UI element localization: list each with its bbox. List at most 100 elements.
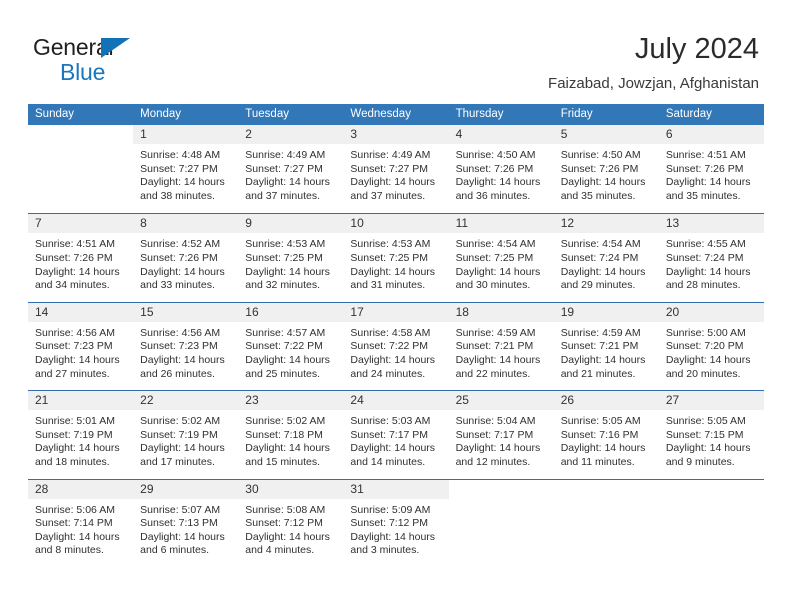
sunrise-text: Sunrise: 5:02 AM [245, 415, 326, 428]
day-cell[interactable]: 7 Sunrise: 4:51 AM Sunset: 7:26 PM Dayli… [28, 214, 134, 302]
day-number-band: 18 [448, 302, 554, 322]
day-details: Sunrise: 4:51 AM Sunset: 7:26 PM Dayligh… [659, 144, 764, 203]
day-cell[interactable]: 13 Sunrise: 4:55 AM Sunset: 7:24 PM Dayl… [658, 214, 764, 302]
daylight-text-line2: and 35 minutes. [665, 189, 741, 202]
general-blue-logo[interactable]: General Blue [33, 34, 233, 86]
day-number-band: 14 [28, 302, 134, 322]
day-cell[interactable]: 14 Sunrise: 4:56 AM Sunset: 7:23 PM Dayl… [28, 302, 134, 391]
day-cell[interactable]: 10 Sunrise: 4:53 AM Sunset: 7:25 PM Dayl… [343, 214, 449, 302]
day-details: Sunrise: 4:53 AM Sunset: 7:25 PM Dayligh… [238, 233, 343, 292]
day-cell[interactable]: 2 Sunrise: 4:49 AM Sunset: 7:27 PM Dayli… [238, 125, 344, 214]
sunset-text: Sunset: 7:12 PM [350, 517, 429, 530]
day-details: Sunrise: 5:03 AM Sunset: 7:17 PM Dayligh… [343, 410, 448, 469]
day-cell[interactable]: 31 Sunrise: 5:09 AM Sunset: 7:12 PM Dayl… [343, 479, 449, 567]
day-cell[interactable]: 26 Sunrise: 5:05 AM Sunset: 7:16 PM Dayl… [553, 391, 659, 479]
day-cell[interactable] [553, 479, 659, 567]
day-cell[interactable]: 19 Sunrise: 4:59 AM Sunset: 7:21 PM Dayl… [553, 302, 659, 391]
day-details: Sunrise: 4:59 AM Sunset: 7:21 PM Dayligh… [449, 322, 554, 381]
title-block: July 2024 Faizabad, Jowzjan, Afghanistan [548, 32, 759, 94]
day-cell[interactable]: 9 Sunrise: 4:53 AM Sunset: 7:25 PM Dayli… [238, 214, 344, 302]
daylight-text-line2: and 36 minutes. [455, 189, 531, 202]
sunrise-text: Sunrise: 4:53 AM [350, 238, 431, 251]
daylight-text-line1: Daylight: 14 hours [245, 353, 330, 366]
logo-text-blue: Blue [60, 59, 106, 85]
day-details: Sunrise: 5:00 AM Sunset: 7:20 PM Dayligh… [659, 322, 764, 381]
day-number: 1 [140, 127, 147, 141]
day-cell[interactable]: 15 Sunrise: 4:56 AM Sunset: 7:23 PM Dayl… [133, 302, 239, 391]
daylight-text-line1: Daylight: 14 hours [455, 265, 541, 278]
sunrise-text: Sunrise: 5:06 AM [35, 503, 115, 516]
day-cell[interactable]: 17 Sunrise: 4:58 AM Sunset: 7:22 PM Dayl… [343, 302, 449, 391]
day-details: Sunrise: 4:58 AM Sunset: 7:22 PM Dayligh… [343, 322, 448, 381]
day-cell[interactable] [658, 479, 764, 567]
sunrise-text: Sunrise: 5:08 AM [245, 503, 326, 516]
daylight-text-line2: and 33 minutes. [140, 279, 215, 292]
day-cell[interactable]: 11 Sunrise: 4:54 AM Sunset: 7:25 PM Dayl… [448, 214, 554, 302]
sunset-text: Sunset: 7:26 PM [455, 162, 534, 175]
sunset-text: Sunset: 7:12 PM [245, 517, 323, 530]
sunrise-text: Sunrise: 4:56 AM [35, 326, 115, 339]
day-cell[interactable]: 16 Sunrise: 4:57 AM Sunset: 7:22 PM Dayl… [238, 302, 344, 391]
sunrise-text: Sunrise: 4:48 AM [140, 149, 221, 161]
day-number: 6 [665, 127, 673, 141]
daylight-text-line2: and 9 minutes. [665, 455, 735, 468]
day-number-band: 24 [343, 391, 449, 411]
day-number: 22 [140, 393, 154, 408]
weekday-header-monday: Monday [140, 108, 182, 120]
day-cell[interactable]: 8 Sunrise: 4:52 AM Sunset: 7:26 PM Dayli… [133, 214, 239, 302]
day-number: 13 [665, 216, 680, 231]
daylight-text-line1: Daylight: 14 hours [140, 176, 225, 189]
sunset-text: Sunset: 7:26 PM [665, 162, 744, 175]
day-details: Sunrise: 5:06 AM Sunset: 7:14 PM Dayligh… [28, 499, 133, 558]
day-number-band: 31 [343, 479, 449, 499]
week-row: 28 Sunrise: 5:06 AM Sunset: 7:14 PM Dayl… [28, 478, 764, 567]
day-cell[interactable]: 6 Sunrise: 4:51 AM Sunset: 7:26 PM Dayli… [658, 125, 764, 214]
day-cell[interactable]: 27 Sunrise: 5:05 AM Sunset: 7:15 PM Dayl… [658, 391, 764, 479]
day-cell[interactable]: 5 Sunrise: 4:50 AM Sunset: 7:26 PM Dayli… [553, 125, 659, 214]
day-number-band: 25 [448, 391, 554, 411]
daylight-text-line1: Daylight: 14 hours [665, 442, 751, 455]
weekday-header-row: Sunday Monday Tuesday Wednesday Thursday… [28, 104, 764, 125]
day-cell[interactable]: 28 Sunrise: 5:06 AM Sunset: 7:14 PM Dayl… [28, 479, 134, 567]
sunrise-text: Sunrise: 4:59 AM [455, 326, 536, 339]
day-details: Sunrise: 5:05 AM Sunset: 7:16 PM Dayligh… [554, 410, 659, 469]
day-cell[interactable] [28, 125, 134, 214]
daylight-text-line1: Daylight: 14 hours [245, 530, 330, 543]
sunset-text: Sunset: 7:15 PM [665, 428, 744, 441]
sunset-text: Sunset: 7:17 PM [455, 428, 534, 441]
sunrise-text: Sunrise: 4:58 AM [350, 326, 431, 339]
daylight-text-line2: and 37 minutes. [350, 189, 426, 202]
day-details: Sunrise: 5:02 AM Sunset: 7:19 PM Dayligh… [133, 410, 238, 469]
day-details: Sunrise: 4:56 AM Sunset: 7:23 PM Dayligh… [133, 322, 238, 381]
day-cell[interactable]: 4 Sunrise: 4:50 AM Sunset: 7:26 PM Dayli… [448, 125, 554, 214]
day-cell[interactable] [448, 479, 554, 567]
day-cell[interactable]: 1 Sunrise: 4:48 AM Sunset: 7:27 PM Dayli… [133, 125, 239, 214]
day-cell[interactable]: 12 Sunrise: 4:54 AM Sunset: 7:24 PM Dayl… [553, 214, 659, 302]
sunset-text: Sunset: 7:22 PM [245, 340, 323, 353]
day-cell[interactable]: 25 Sunrise: 5:04 AM Sunset: 7:17 PM Dayl… [448, 391, 554, 479]
weekday-header-wednesday: Wednesday [350, 108, 411, 120]
location-subtitle: Faizabad, Jowzjan, Afghanistan [548, 75, 759, 92]
sunrise-text: Sunrise: 5:05 AM [665, 415, 746, 428]
daylight-text-line1: Daylight: 14 hours [245, 176, 330, 189]
day-cell[interactable]: 3 Sunrise: 4:49 AM Sunset: 7:27 PM Dayli… [343, 125, 449, 214]
day-cell[interactable]: 23 Sunrise: 5:02 AM Sunset: 7:18 PM Dayl… [238, 391, 344, 479]
day-number-band: 23 [238, 391, 344, 411]
day-cell[interactable]: 18 Sunrise: 4:59 AM Sunset: 7:21 PM Dayl… [448, 302, 554, 391]
daylight-text-line2: and 37 minutes. [245, 189, 320, 202]
day-cell[interactable]: 21 Sunrise: 5:01 AM Sunset: 7:19 PM Dayl… [28, 391, 134, 479]
day-cell[interactable]: 22 Sunrise: 5:02 AM Sunset: 7:19 PM Dayl… [133, 391, 239, 479]
day-details: Sunrise: 5:04 AM Sunset: 7:17 PM Dayligh… [449, 410, 554, 469]
day-cell[interactable]: 29 Sunrise: 5:07 AM Sunset: 7:13 PM Dayl… [133, 479, 239, 567]
day-cell[interactable]: 24 Sunrise: 5:03 AM Sunset: 7:17 PM Dayl… [343, 391, 449, 479]
sunrise-text: Sunrise: 4:51 AM [35, 238, 115, 251]
week-row: 21 Sunrise: 5:01 AM Sunset: 7:19 PM Dayl… [28, 390, 764, 479]
day-details [449, 499, 554, 504]
day-number-band [448, 479, 554, 499]
day-number: 21 [35, 393, 49, 408]
day-details: Sunrise: 5:09 AM Sunset: 7:12 PM Dayligh… [343, 499, 448, 558]
day-cell[interactable]: 30 Sunrise: 5:08 AM Sunset: 7:12 PM Dayl… [238, 479, 344, 567]
sunset-text: Sunset: 7:21 PM [560, 340, 639, 353]
day-number-band: 22 [133, 391, 239, 411]
day-cell[interactable]: 20 Sunrise: 5:00 AM Sunset: 7:20 PM Dayl… [658, 302, 764, 391]
